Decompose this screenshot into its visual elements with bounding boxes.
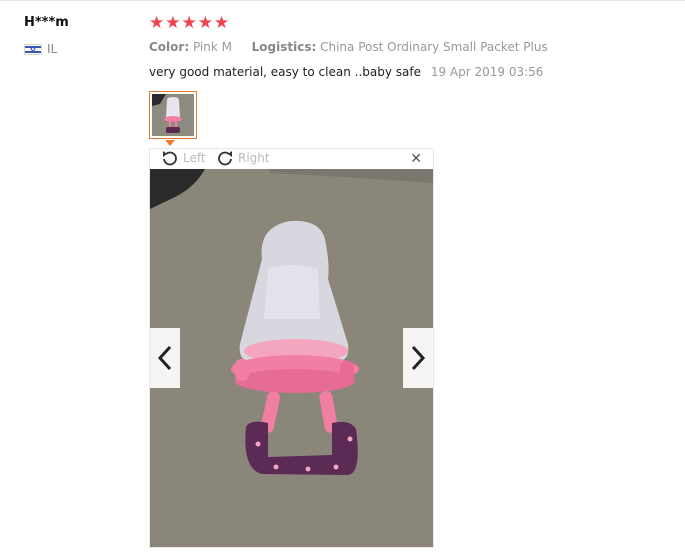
rotate-left-icon bbox=[163, 151, 177, 166]
review-photo bbox=[150, 169, 433, 547]
review-date: 19 Apr 2019 03:56 bbox=[430, 65, 544, 79]
order-info: Color: Pink M Logistics: China Post Ordi… bbox=[149, 40, 548, 54]
rotate-left-button[interactable]: Left bbox=[161, 150, 206, 166]
reviewer-name: H***m bbox=[24, 15, 69, 30]
star-icon: ★ bbox=[165, 13, 181, 33]
thumbnail-pointer bbox=[165, 140, 175, 146]
rotate-left-label: Left bbox=[183, 151, 206, 165]
previous-photo-button[interactable] bbox=[150, 328, 180, 388]
chevron-left-icon bbox=[157, 345, 172, 371]
viewer-toolbar: Left Right ✕ bbox=[150, 149, 433, 169]
country-code: IL bbox=[47, 42, 58, 56]
top-divider bbox=[0, 0, 685, 1]
rotate-right-label: Right bbox=[238, 151, 270, 165]
rotate-right-icon bbox=[218, 151, 232, 166]
chevron-right-icon bbox=[411, 345, 426, 371]
star-icon: ★ bbox=[214, 13, 230, 33]
review-body: very good material, easy to clean ..baby… bbox=[149, 65, 543, 79]
color-label: Color: bbox=[149, 40, 190, 54]
reviewer-country: IL bbox=[24, 42, 57, 56]
star-icon: ★ bbox=[197, 13, 213, 33]
review-photo-thumbnail[interactable] bbox=[149, 91, 197, 139]
color-value: Pink M bbox=[192, 40, 232, 54]
israel-flag-icon bbox=[24, 43, 42, 55]
star-icon: ★ bbox=[149, 13, 165, 33]
close-icon[interactable]: ✕ bbox=[410, 150, 422, 168]
review-text: very good material, easy to clean ..baby… bbox=[149, 65, 421, 79]
next-photo-button[interactable] bbox=[403, 328, 433, 388]
rotate-right-button[interactable]: Right bbox=[216, 150, 270, 166]
star-icon: ★ bbox=[181, 13, 197, 33]
logistics-label: Logistics: bbox=[251, 40, 317, 54]
logistics-value: China Post Ordinary Small Packet Plus bbox=[320, 40, 548, 54]
star-rating: ★ ★ ★ ★ ★ bbox=[149, 14, 229, 32]
photo-viewer: Left Right ✕ bbox=[149, 148, 434, 548]
